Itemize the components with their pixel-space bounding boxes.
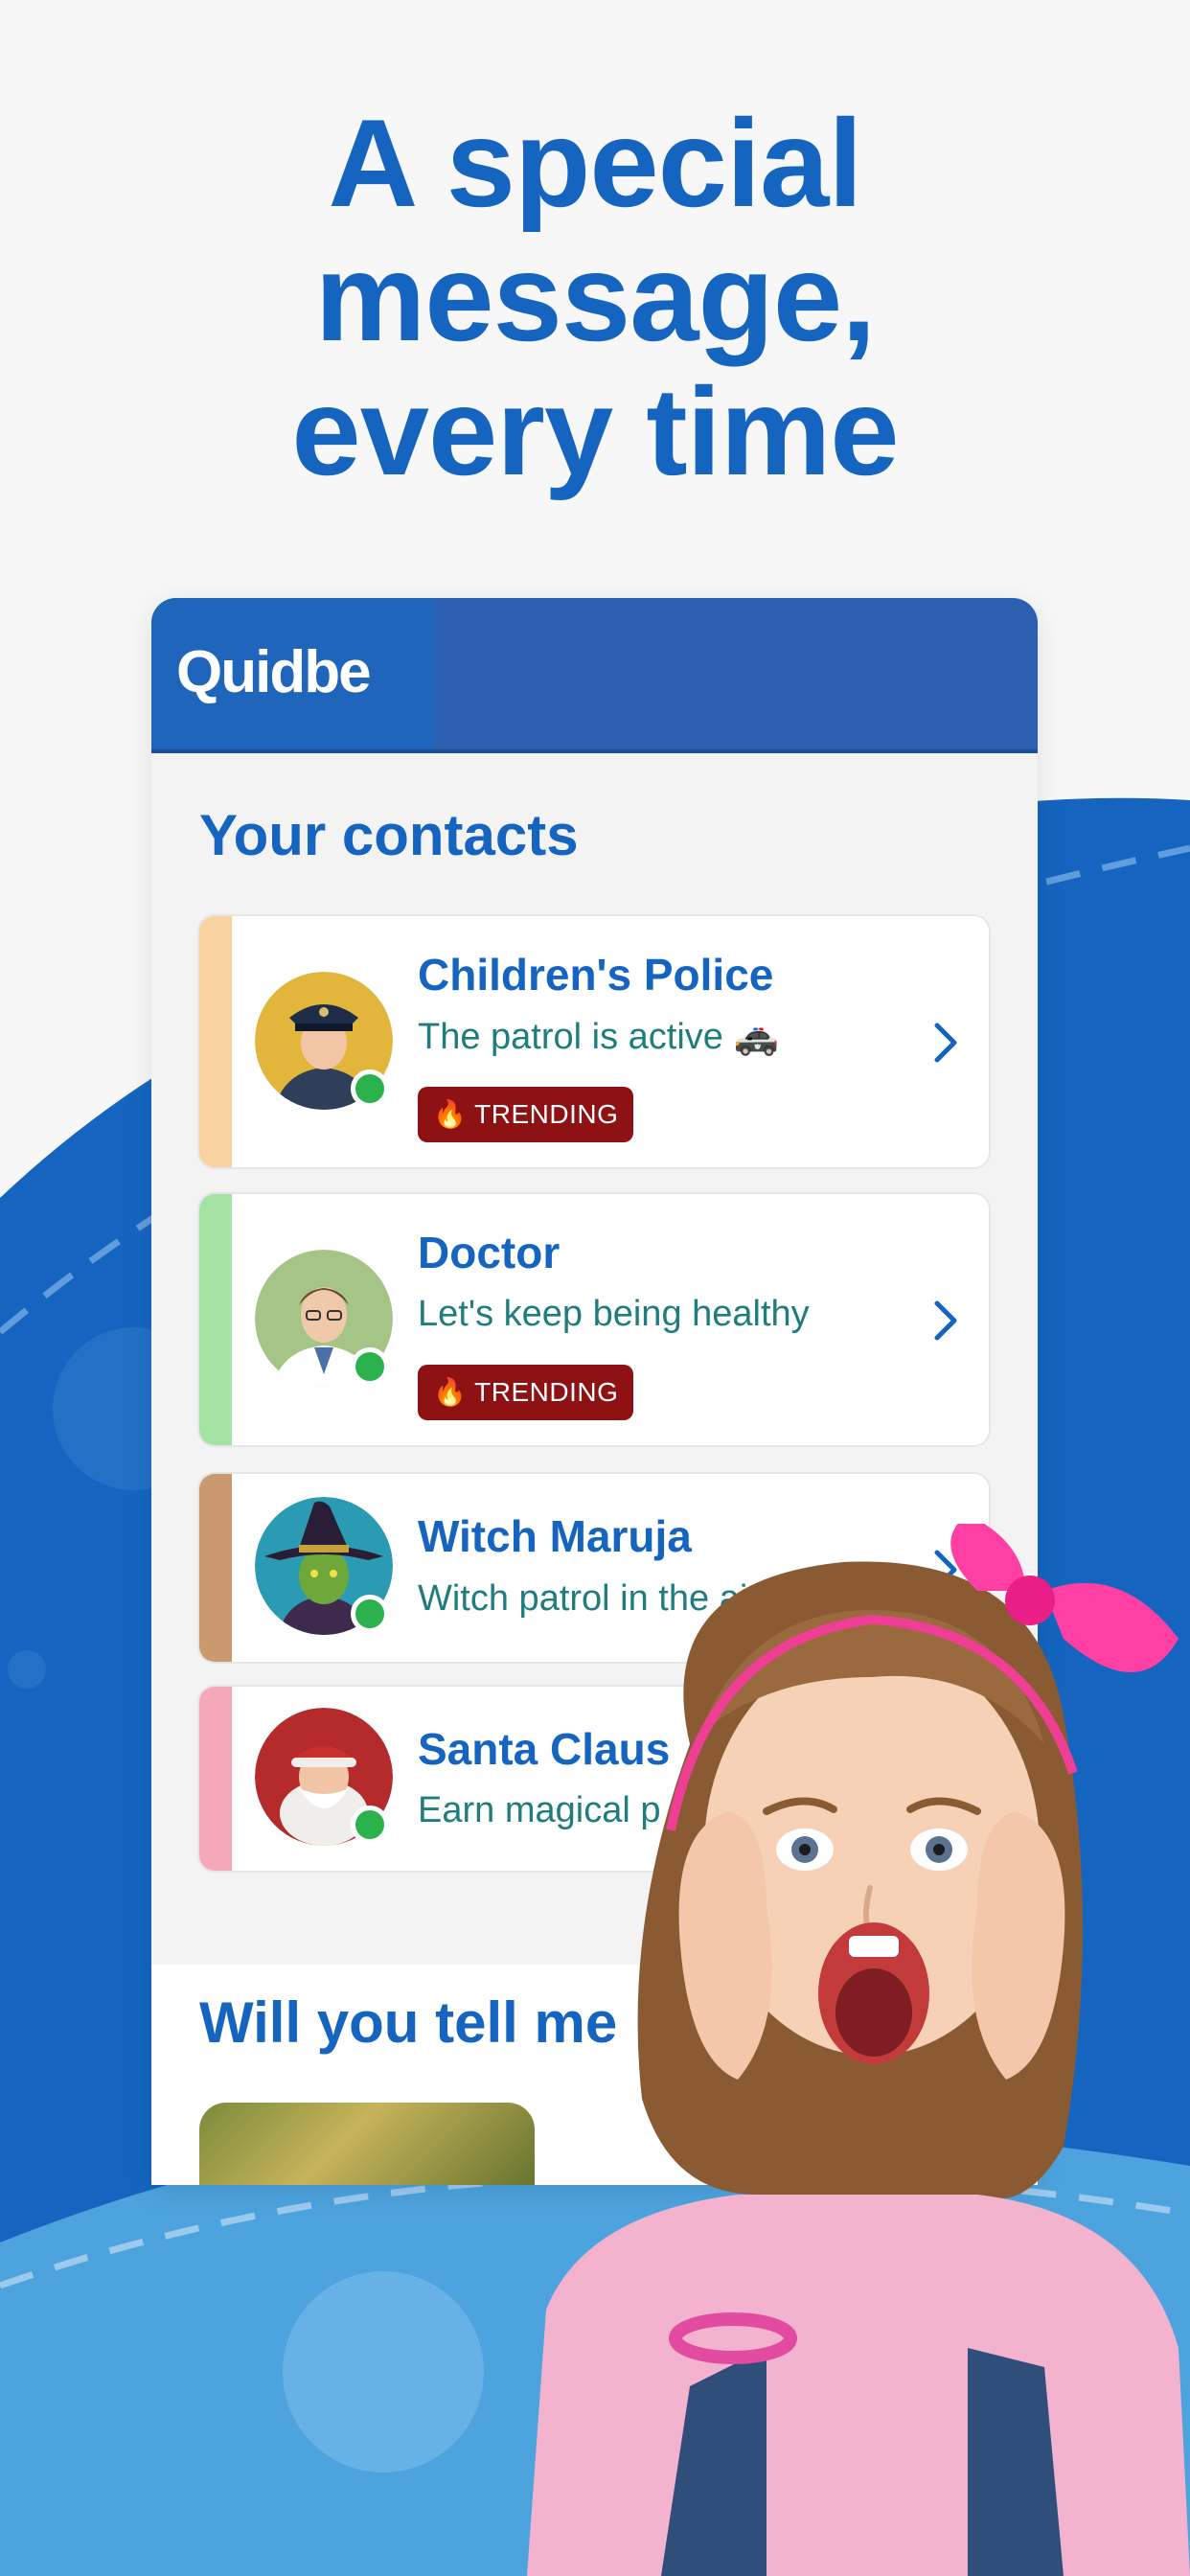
trending-badge: 🔥 TRENDING: [418, 1365, 634, 1420]
headline: A special message, every time: [0, 96, 1190, 498]
logo-block: Quidbe: [151, 598, 435, 753]
surprised-girl-photo: [527, 1524, 1190, 2576]
contact-message: Let's keep being healthy: [418, 1294, 810, 1334]
trending-badge: 🔥 TRENDING: [418, 1087, 634, 1142]
app-logo[interactable]: Quidbe: [176, 638, 372, 706]
story-thumbnail[interactable]: [199, 2103, 535, 2185]
chevron-right-icon[interactable]: [922, 1020, 968, 1066]
online-status-dot: [351, 1070, 389, 1108]
contact-card-childrens-police[interactable]: Children's Police The patrol is active 🚓…: [197, 914, 991, 1169]
contact-color-stripe: [199, 1194, 232, 1445]
online-status-dot: [351, 1347, 389, 1386]
app-header: Quidbe: [151, 598, 1038, 753]
online-status-dot: [351, 1806, 389, 1844]
contact-name: Doctor: [418, 1228, 561, 1277]
contact-color-stripe: [199, 916, 232, 1167]
header-underline: [151, 749, 1038, 753]
chevron-right-icon[interactable]: [922, 1298, 968, 1344]
contact-card-doctor[interactable]: Doctor Let's keep being healthy 🔥 TRENDI…: [197, 1192, 991, 1447]
bubble-small: [8, 1650, 46, 1689]
contact-color-stripe: [199, 1474, 232, 1662]
headline-line-1: A special: [328, 93, 862, 233]
contact-message: The patrol is active 🚓: [418, 1017, 779, 1057]
contacts-section-title: Your contacts: [199, 803, 579, 867]
contact-name: Children's Police: [418, 950, 774, 1000]
headline-line-3: every time: [291, 361, 899, 501]
bubble-light: [283, 2271, 484, 2472]
contact-color-stripe: [199, 1687, 232, 1871]
headline-line-2: message,: [314, 227, 877, 367]
online-status-dot: [351, 1595, 389, 1633]
